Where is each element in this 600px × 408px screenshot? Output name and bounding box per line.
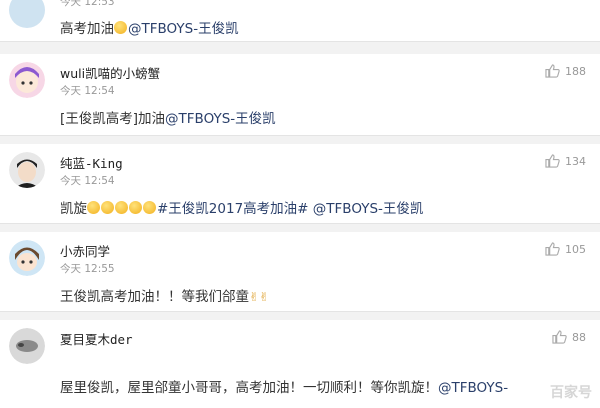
username[interactable]: 小赤同学 (60, 241, 110, 260)
comment-card: 夏目夏木der 88 屋里俊凯，屋里郃童小哥哥，高考加油！一切顺利！等你凯旋！@… (0, 320, 600, 408)
comment-card: 纯蓝-King 今天 12:54 134 凯旋 #王俊凯2017高考加油# @TF… (0, 144, 600, 224)
like-button[interactable]: 105 (545, 242, 586, 256)
comment-card: 小赤同学 今天 12:55 105 王俊凯高考加油！！等我们郃童✌✌ (0, 232, 600, 312)
comment-card: 今天 12:53 高考加油 @TFBOYS-王俊凯 (0, 0, 600, 42)
clap-emoji-icon (143, 201, 156, 214)
victory-emoji-icon: ✌✌ (249, 290, 270, 304)
avatar[interactable] (9, 0, 45, 28)
avatar-image (9, 328, 45, 364)
mention-link[interactable]: @TFBOYS- (438, 380, 508, 396)
comment-text: 屋里俊凯，屋里郃童小哥哥，高考加油！一切顺利！等你凯旋！@TFBOYS- (60, 380, 509, 396)
thumbs-up-icon (552, 330, 567, 344)
comment-time: 今天 12:53 (60, 0, 115, 8)
comment-time: 今天 12:54 (60, 85, 115, 97)
comment-text: [王俊凯高考]加油@TFBOYS-王俊凯 (60, 111, 276, 127)
avatar[interactable] (9, 328, 45, 364)
like-count: 88 (572, 330, 586, 344)
hashtag-link[interactable]: #王俊凯2017高考加油# (157, 201, 308, 217)
username[interactable]: 纯蓝-King (60, 153, 123, 172)
smile-emoji-icon (114, 21, 127, 34)
comment-card: wuli凯喵的小螃蟹 今天 12:54 188 [王俊凯高考]加油@TFBOYS… (0, 54, 600, 136)
like-count: 188 (565, 64, 586, 78)
username[interactable]: wuli凯喵的小螃蟹 (60, 63, 160, 82)
comment-text: 凯旋 #王俊凯2017高考加油# @TFBOYS-王俊凯 (60, 201, 424, 217)
thumbs-up-icon (545, 64, 560, 78)
clap-emoji-icon (101, 201, 114, 214)
avatar[interactable] (9, 240, 45, 276)
clap-emoji-icon (115, 201, 128, 214)
comment-text: 王俊凯高考加油！！等我们郃童✌✌ (60, 289, 270, 305)
avatar-image (9, 62, 45, 98)
mention-link[interactable]: @TFBOYS-王俊凯 (165, 111, 276, 127)
username[interactable]: 夏目夏木der (60, 329, 133, 348)
thumbs-up-icon (545, 154, 560, 168)
mention-link[interactable]: @TFBOYS-王俊凯 (313, 201, 424, 217)
avatar[interactable] (9, 152, 45, 188)
comment-text: 高考加油 @TFBOYS-王俊凯 (60, 21, 239, 37)
like-count: 134 (565, 154, 586, 168)
avatar-image (9, 152, 45, 188)
avatar-image (9, 240, 45, 276)
comment-time: 今天 12:55 (60, 263, 115, 275)
avatar[interactable] (9, 62, 45, 98)
like-count: 105 (565, 242, 586, 256)
like-button[interactable]: 188 (545, 64, 586, 78)
thumbs-up-icon (545, 242, 560, 256)
like-button[interactable]: 134 (545, 154, 586, 168)
comment-time: 今天 12:54 (60, 175, 115, 187)
clap-emoji-icon (129, 201, 142, 214)
like-button[interactable]: 88 (552, 330, 586, 344)
clap-emoji-icon (87, 201, 100, 214)
mention-link[interactable]: @TFBOYS-王俊凯 (128, 21, 239, 37)
watermark: 百家号 (550, 385, 592, 401)
